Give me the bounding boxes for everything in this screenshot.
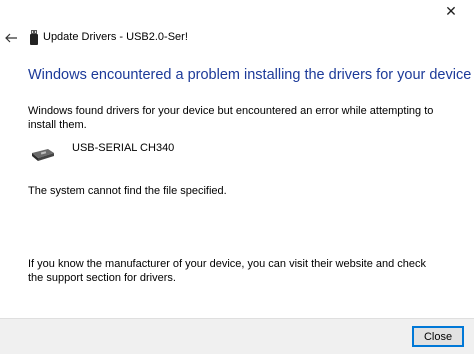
manufacturer-note: If you know the manufacturer of your dev… <box>28 258 427 284</box>
usb-serial-device-icon <box>32 149 54 161</box>
error-message: The system cannot find the file specifie… <box>28 185 227 197</box>
device-name: USB-SERIAL CH340 <box>72 142 175 154</box>
window-close-icon[interactable]: ✕ <box>436 0 466 22</box>
window-title: Update Drivers - USB2.0-Ser! <box>43 31 188 43</box>
close-button[interactable]: Close <box>412 326 464 347</box>
page-heading: Windows encountered a problem installing… <box>28 67 472 83</box>
usb-device-icon <box>30 30 38 45</box>
description-text: Windows found drivers for your device bu… <box>28 105 434 131</box>
back-arrow-icon[interactable] <box>3 30 19 46</box>
dialog-footer: Close <box>0 318 474 354</box>
update-drivers-window: ✕ Update Drivers - USB2.0-Ser! Windows e… <box>0 0 474 354</box>
